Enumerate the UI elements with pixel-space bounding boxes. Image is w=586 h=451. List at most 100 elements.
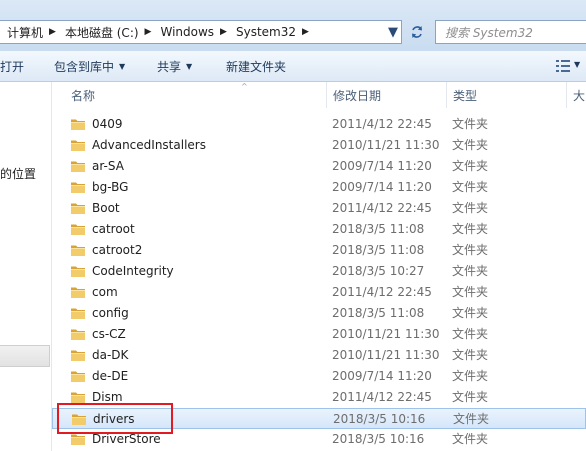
file-name: config (92, 306, 129, 320)
new-folder-button[interactable]: 新建文件夹 (226, 51, 286, 82)
file-type: 文件夹 (452, 348, 489, 362)
file-name: AdvancedInstallers (92, 138, 206, 152)
file-name: bg-BG (92, 180, 129, 194)
breadcrumb-system32[interactable]: System32 (229, 25, 300, 39)
file-modified-date: 2018/3/5 11:08 (332, 222, 425, 236)
column-header-size[interactable]: 大 (566, 82, 586, 108)
file-row[interactable]: Boot 2011/4/12 22:45 文件夹 (52, 198, 586, 219)
column-header-date[interactable]: 修改日期 (326, 82, 446, 108)
file-row[interactable]: AdvancedInstallers 2010/11/21 11:30 文件夹 (52, 135, 586, 156)
open-button-label: 打开 (0, 60, 25, 74)
folder-icon (70, 138, 86, 152)
folder-icon (70, 285, 86, 299)
column-header-type-label: 类型 (453, 88, 478, 103)
file-row[interactable]: catroot2 2018/3/5 11:08 文件夹 (52, 240, 586, 261)
file-type: 文件夹 (452, 159, 489, 173)
file-type: 文件夹 (452, 285, 489, 299)
file-type: 文件夹 (452, 117, 489, 131)
file-name: catroot (92, 222, 135, 236)
address-dropdown-icon[interactable]: ▼ (381, 20, 405, 44)
file-type: 文件夹 (452, 327, 489, 341)
file-modified-date: 2011/4/12 22:45 (332, 285, 432, 299)
column-header-name[interactable]: 名称 (52, 82, 326, 108)
file-type: 文件夹 (452, 306, 489, 320)
file-type: 文件夹 (453, 412, 490, 426)
breadcrumb-separator-icon[interactable]: ▶ (300, 27, 311, 37)
folder-icon (70, 117, 86, 131)
view-options-icon[interactable] (556, 60, 570, 72)
navigation-pane (0, 82, 52, 451)
file-type: 文件夹 (452, 201, 489, 215)
breadcrumb-separator-icon[interactable]: ▶ (143, 27, 154, 37)
file-modified-date: 2011/4/12 22:45 (332, 201, 432, 215)
file-row[interactable]: com 2011/4/12 22:45 文件夹 (52, 282, 586, 303)
file-modified-date: 2009/7/14 11:20 (332, 159, 432, 173)
folder-icon (70, 180, 86, 194)
file-name: com (92, 285, 118, 299)
file-row[interactable]: ar-SA 2009/7/14 11:20 文件夹 (52, 156, 586, 177)
search-input[interactable]: 搜索 System32 (435, 20, 586, 44)
file-name: Boot (92, 201, 120, 215)
file-modified-date: 2018/3/5 10:27 (332, 264, 425, 278)
file-row[interactable]: da-DK 2010/11/21 11:30 文件夹 (52, 345, 586, 366)
refresh-icon[interactable] (405, 20, 429, 44)
file-row[interactable]: de-DE 2009/7/14 11:20 文件夹 (52, 366, 586, 387)
nav-item-recent-places[interactable]: 的位置 (0, 165, 36, 182)
breadcrumb-local-disk[interactable]: 本地磁盘 (C:) (58, 24, 143, 41)
file-name: de-DE (92, 369, 129, 383)
folder-icon (70, 201, 86, 215)
file-row[interactable]: 0409 2011/4/12 22:45 文件夹 (52, 114, 586, 135)
file-modified-date: 2018/3/5 10:16 (333, 412, 426, 426)
command-toolbar: 打开 包含到库中 ▼ 共享 ▼ 新建文件夹 ▼ (0, 51, 586, 82)
folder-icon (70, 432, 86, 446)
include-in-library-button[interactable]: 包含到库中 ▼ (54, 51, 125, 82)
share-button-label: 共享 (157, 60, 182, 74)
file-type: 文件夹 (452, 369, 489, 383)
file-modified-date: 2009/7/14 11:20 (332, 180, 432, 194)
file-modified-date: 2018/3/5 10:16 (332, 432, 425, 446)
column-header-type[interactable]: 类型 (446, 82, 566, 108)
file-type: 文件夹 (452, 432, 489, 446)
file-name: da-DK (92, 348, 129, 362)
nav-pane-item-highlight[interactable] (0, 345, 50, 367)
view-dropdown-icon[interactable]: ▼ (574, 60, 580, 69)
open-button[interactable]: 打开 (0, 51, 24, 82)
file-list: 0409 2011/4/12 22:45 文件夹 AdvancedInstallers… (52, 114, 586, 450)
include-in-library-label: 包含到库中 (54, 60, 115, 74)
file-modified-date: 2010/11/21 11:30 (332, 327, 440, 341)
folder-icon (70, 327, 86, 341)
file-name: CodeIntegrity (92, 264, 174, 278)
file-row[interactable]: CodeIntegrity 2018/3/5 10:27 文件夹 (52, 261, 586, 282)
chevron-down-icon: ▼ (119, 62, 126, 71)
breadcrumb-separator-icon[interactable]: ▶ (218, 27, 229, 37)
breadcrumb-separator-icon[interactable]: ▶ (47, 27, 58, 37)
file-row[interactable]: bg-BG 2009/7/14 11:20 文件夹 (52, 177, 586, 198)
column-header-name-label: 名称 (71, 88, 96, 103)
file-modified-date: 2018/3/5 11:08 (332, 306, 425, 320)
file-row[interactable]: cs-CZ 2010/11/21 11:30 文件夹 (52, 324, 586, 345)
file-modified-date: 2009/7/14 11:20 (332, 369, 432, 383)
folder-icon (70, 222, 86, 236)
file-modified-date: 2011/4/12 22:45 (332, 117, 432, 131)
file-modified-date: 2010/11/21 11:30 (332, 138, 440, 152)
breadcrumb-computer[interactable]: 计算机 (0, 24, 47, 41)
file-row[interactable]: config 2018/3/5 11:08 文件夹 (52, 303, 586, 324)
file-name: 0409 (92, 117, 123, 131)
folder-icon (70, 306, 86, 320)
column-header-row: ^ 名称 修改日期 类型 大 (52, 82, 586, 108)
folder-icon (70, 390, 86, 404)
file-name: cs-CZ (92, 327, 126, 341)
file-modified-date: 2010/11/21 11:30 (332, 348, 440, 362)
file-name: ar-SA (92, 159, 124, 173)
file-type: 文件夹 (452, 390, 489, 404)
column-header-size-label: 大 (573, 88, 586, 103)
folder-icon (70, 243, 86, 257)
highlight-annotation (57, 403, 173, 434)
file-row[interactable]: catroot 2018/3/5 11:08 文件夹 (52, 219, 586, 240)
file-modified-date: 2011/4/12 22:45 (332, 390, 432, 404)
share-button[interactable]: 共享 ▼ (157, 51, 192, 82)
file-modified-date: 2018/3/5 11:08 (332, 243, 425, 257)
breadcrumb-windows[interactable]: Windows (153, 25, 218, 39)
address-bar[interactable]: 计算机 ▶ 本地磁盘 (C:) ▶ Windows ▶ System32 ▶ (0, 20, 402, 44)
folder-icon (70, 264, 86, 278)
